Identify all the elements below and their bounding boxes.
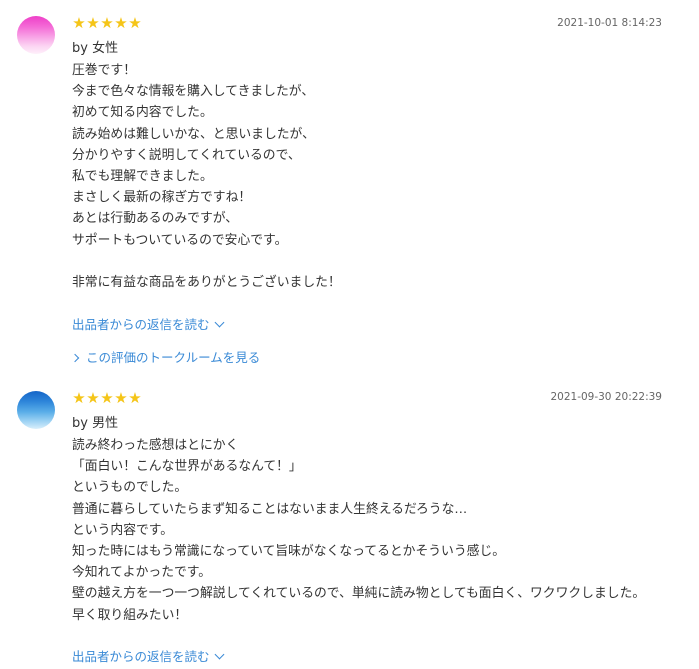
read-reply-link[interactable]: 出品者からの返信を読む: [72, 649, 224, 665]
star-rating: ★★★★★: [72, 14, 142, 32]
chevron-down-icon: [214, 649, 224, 660]
review-item: ★★★★★ 2021-10-01 8:14:23 by 女性 圧巻です！ 今まで…: [0, 0, 699, 384]
star-icon: ★: [114, 14, 128, 32]
star-icon: ★: [100, 14, 114, 32]
read-reply-link[interactable]: 出品者からの返信を読む: [72, 317, 224, 333]
chevron-right-icon: [70, 353, 80, 363]
review-body: 読み終わった感想はとにかく 「面白い！こんな世界があるなんて！」 というものでし…: [72, 438, 646, 623]
avatar[interactable]: [17, 391, 55, 429]
review-author: by 女性: [72, 41, 119, 56]
review-body: 圧巻です！ 今まで色々な情報を購入してきましたが、 初めて知る内容でした。 読み…: [72, 63, 341, 291]
star-icon: ★: [86, 14, 100, 32]
avatar[interactable]: [17, 16, 55, 54]
star-icon: ★: [128, 14, 142, 32]
star-icon: ★: [128, 389, 142, 407]
read-reply-label: 出品者からの返信を読む: [72, 649, 210, 664]
star-icon: ★: [72, 14, 86, 32]
review-item: ★★★★★ 2021-09-30 20:22:39 by 男性 読み終わった感想…: [0, 384, 699, 669]
star-icon: ★: [72, 389, 86, 407]
view-talkroom-link[interactable]: この評価のトークルームを見る: [70, 350, 261, 366]
star-icon: ★: [86, 389, 100, 407]
review-date: 2021-09-30 20:22:39: [550, 391, 662, 403]
star-icon: ★: [114, 389, 128, 407]
star-rating: ★★★★★: [72, 389, 142, 407]
star-icon: ★: [100, 389, 114, 407]
view-talkroom-label: この評価のトークルームを見る: [86, 350, 261, 365]
review-date: 2021-10-01 8:14:23: [557, 17, 662, 29]
read-reply-label: 出品者からの返信を読む: [72, 317, 210, 332]
review-author: by 男性: [72, 416, 119, 431]
chevron-down-icon: [214, 317, 224, 328]
